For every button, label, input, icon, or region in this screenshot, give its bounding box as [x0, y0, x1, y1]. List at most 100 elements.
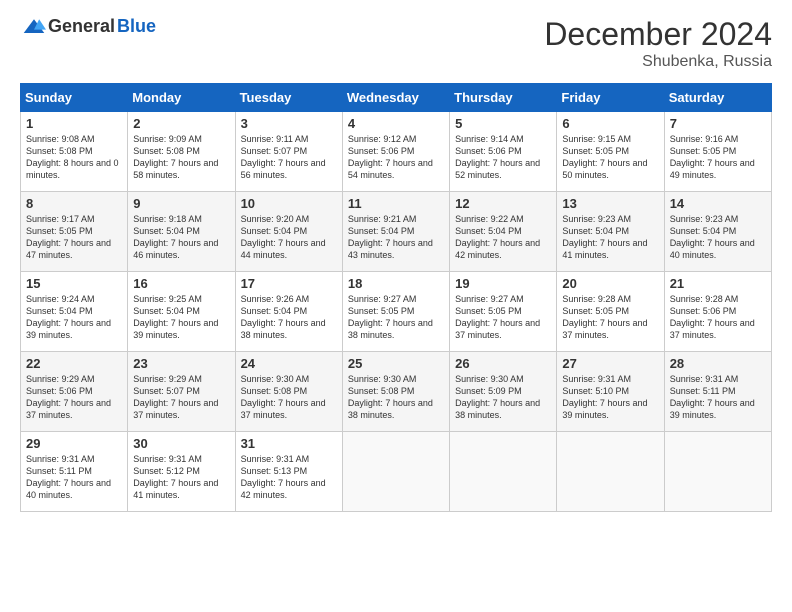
cell-text: Sunrise: 9:26 AMSunset: 5:04 PMDaylight:… [241, 294, 326, 340]
calendar-cell: 7Sunrise: 9:16 AMSunset: 5:05 PMDaylight… [664, 112, 771, 192]
calendar-cell: 11Sunrise: 9:21 AMSunset: 5:04 PMDayligh… [342, 192, 449, 272]
calendar-cell: 27 Sunrise: 9:31 AMSunset: 5:10 PMDayligh… [557, 352, 664, 432]
calendar-cell: 9 Sunrise: 9:18 AMSunset: 5:04 PMDaylight… [128, 192, 235, 272]
day-number: 7 [670, 116, 766, 131]
week-row-1: 1 Sunrise: 9:08 AMSunset: 5:08 PMDaylight… [21, 112, 772, 192]
col-saturday: Saturday [664, 84, 771, 112]
cell-text: Sunrise: 9:24 AMSunset: 5:04 PMDaylight:… [26, 294, 111, 340]
day-number: 28 [670, 356, 766, 371]
cell-text: Sunrise: 9:27 AMSunset: 5:05 PMDaylight:… [455, 294, 540, 340]
calendar-cell: 20 Sunrise: 9:28 AMSunset: 5:05 PMDayligh… [557, 272, 664, 352]
cell-text: Sunrise: 9:22 AMSunset: 5:04 PMDaylight:… [455, 214, 540, 260]
col-sunday: Sunday [21, 84, 128, 112]
logo-general-text: General [48, 16, 115, 37]
day-number: 25 [348, 356, 444, 371]
cell-text: Sunrise: 9:18 AMSunset: 5:04 PMDaylight:… [133, 214, 218, 260]
day-number: 8 [26, 196, 122, 211]
day-number: 19 [455, 276, 551, 291]
cell-text: Sunrise: 9:14 AMSunset: 5:06 PMDaylight:… [455, 134, 540, 180]
logo-icon [22, 17, 46, 37]
day-number: 16 [133, 276, 229, 291]
week-row-5: 29Sunrise: 9:31 AMSunset: 5:11 PMDayligh… [21, 432, 772, 512]
calendar-cell: 10Sunrise: 9:20 AMSunset: 5:04 PMDayligh… [235, 192, 342, 272]
day-number: 15 [26, 276, 122, 291]
day-number: 14 [670, 196, 766, 211]
day-number: 1 [26, 116, 122, 131]
title-block: December 2024 Shubenka, Russia [544, 16, 772, 71]
col-friday: Friday [557, 84, 664, 112]
cell-text: Sunrise: 9:23 AMSunset: 5:04 PMDaylight:… [670, 214, 755, 260]
day-number: 31 [241, 436, 337, 451]
cell-text: Sunrise: 9:30 AMSunset: 5:08 PMDaylight:… [241, 374, 326, 420]
logo-blue-text: Blue [117, 16, 156, 37]
col-monday: Monday [128, 84, 235, 112]
calendar-cell: 14 Sunrise: 9:23 AMSunset: 5:04 PMDayligh… [664, 192, 771, 272]
col-tuesday: Tuesday [235, 84, 342, 112]
day-number: 23 [133, 356, 229, 371]
calendar-cell: 13 Sunrise: 9:23 AMSunset: 5:04 PMDayligh… [557, 192, 664, 272]
calendar-cell: 28 Sunrise: 9:31 AMSunset: 5:11 PMDayligh… [664, 352, 771, 432]
calendar-cell [342, 432, 449, 512]
cell-text: Sunrise: 9:20 AMSunset: 5:04 PMDaylight:… [241, 214, 326, 260]
cell-text: Sunrise: 9:30 AMSunset: 5:08 PMDaylight:… [348, 374, 433, 420]
day-number: 3 [241, 116, 337, 131]
day-number: 18 [348, 276, 444, 291]
week-row-2: 8 Sunrise: 9:17 AMSunset: 5:05 PMDaylight… [21, 192, 772, 272]
calendar-cell: 19 Sunrise: 9:27 AMSunset: 5:05 PMDayligh… [450, 272, 557, 352]
cell-text: Sunrise: 9:17 AMSunset: 5:05 PMDaylight:… [26, 214, 111, 260]
week-row-4: 22Sunrise: 9:29 AMSunset: 5:06 PMDayligh… [21, 352, 772, 432]
calendar-cell: 26 Sunrise: 9:30 AMSunset: 5:09 PMDayligh… [450, 352, 557, 432]
logo: GeneralBlue [20, 16, 156, 37]
header: GeneralBlue December 2024 Shubenka, Russ… [20, 16, 772, 71]
day-number: 4 [348, 116, 444, 131]
calendar-cell: 29Sunrise: 9:31 AMSunset: 5:11 PMDayligh… [21, 432, 128, 512]
calendar-cell: 25 Sunrise: 9:30 AMSunset: 5:08 PMDayligh… [342, 352, 449, 432]
week-row-3: 15 Sunrise: 9:24 AMSunset: 5:04 PMDayligh… [21, 272, 772, 352]
calendar-cell [557, 432, 664, 512]
cell-text: Sunrise: 9:31 AMSunset: 5:13 PMDaylight:… [241, 454, 326, 500]
calendar-page: GeneralBlue December 2024 Shubenka, Russ… [0, 0, 792, 612]
cell-text: Sunrise: 9:30 AMSunset: 5:09 PMDaylight:… [455, 374, 540, 420]
calendar-cell: 2Sunrise: 9:09 AMSunset: 5:08 PMDaylight… [128, 112, 235, 192]
month-title: December 2024 [544, 16, 772, 53]
col-wednesday: Wednesday [342, 84, 449, 112]
cell-text: Sunrise: 9:09 AMSunset: 5:08 PMDaylight:… [133, 134, 218, 180]
calendar-table: Sunday Monday Tuesday Wednesday Thursday… [20, 83, 772, 512]
day-number: 26 [455, 356, 551, 371]
calendar-cell: 3 Sunrise: 9:11 AMSunset: 5:07 PMDaylight… [235, 112, 342, 192]
calendar-cell: 30Sunrise: 9:31 AMSunset: 5:12 PMDayligh… [128, 432, 235, 512]
cell-text: Sunrise: 9:15 AMSunset: 5:05 PMDaylight:… [562, 134, 647, 180]
day-number: 20 [562, 276, 658, 291]
cell-text: Sunrise: 9:25 AMSunset: 5:04 PMDaylight:… [133, 294, 218, 340]
cell-text: Sunrise: 9:21 AMSunset: 5:04 PMDaylight:… [348, 214, 433, 260]
calendar-cell: 8 Sunrise: 9:17 AMSunset: 5:05 PMDaylight… [21, 192, 128, 272]
cell-text: Sunrise: 9:08 AMSunset: 5:08 PMDaylight:… [26, 134, 119, 180]
cell-text: Sunrise: 9:28 AMSunset: 5:05 PMDaylight:… [562, 294, 647, 340]
cell-text: Sunrise: 9:31 AMSunset: 5:11 PMDaylight:… [670, 374, 755, 420]
cell-text: Sunrise: 9:29 AMSunset: 5:07 PMDaylight:… [133, 374, 218, 420]
day-number: 6 [562, 116, 658, 131]
calendar-cell: 6 Sunrise: 9:15 AMSunset: 5:05 PMDaylight… [557, 112, 664, 192]
calendar-cell: 18Sunrise: 9:27 AMSunset: 5:05 PMDayligh… [342, 272, 449, 352]
location: Shubenka, Russia [544, 53, 772, 71]
day-number: 9 [133, 196, 229, 211]
col-thursday: Thursday [450, 84, 557, 112]
calendar-cell: 16 Sunrise: 9:25 AMSunset: 5:04 PMDayligh… [128, 272, 235, 352]
cell-text: Sunrise: 9:23 AMSunset: 5:04 PMDaylight:… [562, 214, 647, 260]
calendar-cell: 1 Sunrise: 9:08 AMSunset: 5:08 PMDaylight… [21, 112, 128, 192]
cell-text: Sunrise: 9:29 AMSunset: 5:06 PMDaylight:… [26, 374, 111, 420]
day-number: 17 [241, 276, 337, 291]
cell-text: Sunrise: 9:12 AMSunset: 5:06 PMDaylight:… [348, 134, 433, 180]
calendar-cell [450, 432, 557, 512]
day-number: 30 [133, 436, 229, 451]
day-number: 27 [562, 356, 658, 371]
calendar-cell [664, 432, 771, 512]
day-number: 12 [455, 196, 551, 211]
calendar-cell: 12 Sunrise: 9:22 AMSunset: 5:04 PMDayligh… [450, 192, 557, 272]
day-number: 24 [241, 356, 337, 371]
cell-text: Sunrise: 9:11 AMSunset: 5:07 PMDaylight:… [241, 134, 326, 180]
day-number: 21 [670, 276, 766, 291]
calendar-cell: 4 Sunrise: 9:12 AMSunset: 5:06 PMDaylight… [342, 112, 449, 192]
day-number: 13 [562, 196, 658, 211]
cell-text: Sunrise: 9:31 AMSunset: 5:10 PMDaylight:… [562, 374, 647, 420]
